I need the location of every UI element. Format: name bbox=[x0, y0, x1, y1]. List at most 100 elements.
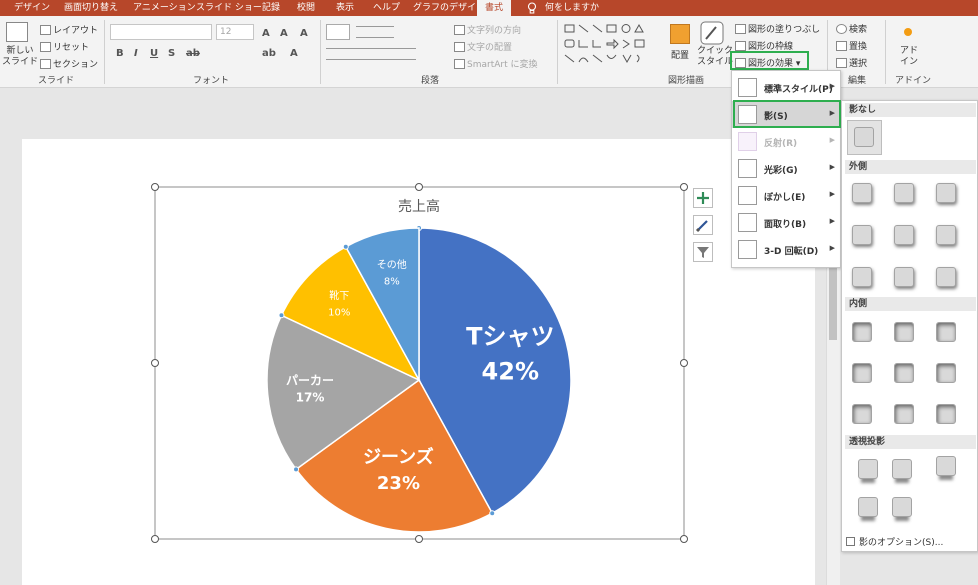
outer-shadow-option[interactable] bbox=[894, 267, 914, 287]
resize-handle[interactable] bbox=[680, 359, 688, 367]
text-direction-button[interactable]: 文字列の方向 bbox=[454, 23, 521, 36]
slice-point-marker[interactable] bbox=[278, 312, 285, 319]
inner-shadow-option[interactable] bbox=[852, 404, 872, 424]
bullets-button[interactable] bbox=[326, 24, 350, 40]
addin-button[interactable]: アド イン bbox=[900, 46, 918, 68]
perspective-shadow-option[interactable] bbox=[892, 497, 912, 517]
outer-shadow-option[interactable] bbox=[894, 183, 914, 203]
inner-shadow-option[interactable] bbox=[936, 363, 956, 383]
tell-me-search[interactable]: 何をしますか bbox=[545, 0, 599, 16]
tab-view[interactable]: 表示 bbox=[336, 0, 354, 16]
ribbon-tabs: デザイン 画面切り替え アニメーション スライド ショー 記録 校閲 表示 ヘル… bbox=[0, 0, 978, 16]
menu-item-reflection[interactable]: 反射(R) ▶ bbox=[732, 128, 840, 155]
tab-animations[interactable]: アニメーション bbox=[133, 0, 196, 16]
menu-item-glow[interactable]: 光彩(G) ▶ bbox=[732, 155, 840, 182]
bold-button[interactable]: B bbox=[116, 48, 124, 59]
resize-handle[interactable] bbox=[680, 535, 688, 543]
new-slide-button[interactable]: 新しい スライド bbox=[2, 46, 38, 68]
tab-design[interactable]: デザイン bbox=[14, 0, 50, 16]
menu-item-bevel[interactable]: 面取り(B) ▶ bbox=[732, 209, 840, 236]
grow-font-button[interactable]: A bbox=[262, 28, 270, 39]
glow-icon bbox=[738, 159, 757, 178]
resize-handle[interactable] bbox=[415, 535, 423, 543]
font-name-combo[interactable] bbox=[110, 24, 212, 40]
tab-help[interactable]: ヘルプ bbox=[373, 0, 400, 16]
group-label-addin: アドイン bbox=[895, 76, 932, 86]
char-spacing-button[interactable]: ab bbox=[262, 48, 276, 59]
reset-button[interactable]: リセット bbox=[40, 40, 89, 53]
section-button[interactable]: セクション bbox=[40, 57, 98, 70]
underline-button[interactable]: U bbox=[150, 48, 158, 59]
outer-shadow-option[interactable] bbox=[852, 183, 872, 203]
resize-handle[interactable] bbox=[151, 183, 159, 191]
pie-chart[interactable]: 売上高 Tシャツ 42% ジーンズ 23% パーカー 17% 靴下 10% その他 8% bbox=[150, 180, 690, 545]
outer-shadow-option[interactable] bbox=[936, 225, 956, 245]
outer-shadow-option[interactable] bbox=[894, 225, 914, 245]
shapes-gallery[interactable] bbox=[563, 22, 657, 68]
tab-transitions[interactable]: 画面切り替え bbox=[64, 0, 118, 16]
perspective-shadow-option[interactable] bbox=[858, 497, 878, 517]
resize-handle[interactable] bbox=[415, 183, 423, 191]
inner-shadow-option[interactable] bbox=[894, 404, 914, 424]
perspective-shadow-option[interactable] bbox=[892, 459, 912, 479]
group-label-drawing: 図形描画 bbox=[668, 76, 705, 86]
outer-shadow-option[interactable] bbox=[936, 267, 956, 287]
select-button[interactable]: 選択 bbox=[836, 56, 867, 69]
inner-shadow-option[interactable] bbox=[852, 322, 872, 342]
replace-button[interactable]: 置換 bbox=[836, 39, 867, 52]
perspective-shadow-option[interactable] bbox=[858, 459, 878, 479]
tab-slideshow[interactable]: スライド ショー bbox=[196, 0, 262, 16]
outer-shadow-option[interactable] bbox=[852, 267, 872, 287]
align-text-button[interactable]: 文字の配置 bbox=[454, 40, 512, 53]
slice-point-marker[interactable] bbox=[293, 466, 300, 473]
slice-point-marker[interactable] bbox=[342, 243, 349, 250]
font-size-combo[interactable]: 12 bbox=[216, 24, 254, 40]
shrink-font-button[interactable]: A bbox=[280, 28, 288, 39]
outer-shadow-option[interactable] bbox=[936, 183, 956, 203]
clear-format-button[interactable]: A bbox=[300, 28, 308, 39]
tab-record[interactable]: 記録 bbox=[262, 0, 280, 16]
chart-elements-button[interactable] bbox=[693, 188, 713, 208]
inner-shadow-option[interactable] bbox=[936, 404, 956, 424]
chart-styles-button[interactable] bbox=[693, 215, 713, 235]
numbering-button[interactable] bbox=[356, 26, 394, 38]
find-button[interactable]: 検索 bbox=[836, 22, 867, 35]
quick-style-button[interactable]: クイック スタイル bbox=[697, 46, 733, 68]
italic-button[interactable]: I bbox=[134, 48, 138, 59]
bevel-icon bbox=[738, 213, 757, 232]
section-outer: 外側 bbox=[845, 160, 976, 174]
shadow-text-button[interactable]: S bbox=[168, 48, 175, 59]
smartart-button[interactable]: SmartArt に変換 bbox=[454, 57, 537, 70]
slice-category-label: パーカー bbox=[286, 373, 334, 387]
paint-bucket-icon bbox=[735, 24, 746, 34]
menu-item-3d-rotation[interactable]: 3-D 回転(D) ▶ bbox=[732, 236, 840, 263]
menu-item-soft-edges[interactable]: ぼかし(E) ▶ bbox=[732, 182, 840, 209]
resize-handle[interactable] bbox=[680, 183, 688, 191]
inner-shadow-option[interactable] bbox=[894, 363, 914, 383]
inner-shadow-option[interactable] bbox=[894, 322, 914, 342]
shadow-none-option[interactable] bbox=[847, 120, 882, 155]
tab-chart-design[interactable]: グラフのデザイン bbox=[413, 0, 485, 16]
tab-review[interactable]: 校閲 bbox=[297, 0, 315, 16]
inner-shadow-option[interactable] bbox=[936, 322, 956, 342]
shadow-options-link[interactable]: 影のオプション(S)... bbox=[846, 535, 943, 548]
section-inner: 内側 bbox=[845, 297, 976, 311]
strikethrough-button[interactable]: ab bbox=[186, 48, 200, 59]
outer-shadow-option[interactable] bbox=[852, 225, 872, 245]
font-color-button[interactable]: A bbox=[290, 48, 298, 59]
resize-handle[interactable] bbox=[151, 359, 159, 367]
align-buttons[interactable] bbox=[326, 48, 416, 60]
slice-point-marker[interactable] bbox=[489, 510, 496, 517]
inner-shadow-option[interactable] bbox=[852, 363, 872, 383]
perspective-shadow-option[interactable] bbox=[936, 456, 956, 476]
menu-item-preset[interactable]: 標準スタイル(P) ▶ bbox=[732, 74, 840, 101]
shape-fill-button[interactable]: 図形の塗りつぶし bbox=[735, 22, 820, 35]
chart-title[interactable]: 売上高 bbox=[398, 198, 440, 215]
resize-handle[interactable] bbox=[151, 535, 159, 543]
layout-button[interactable]: レイアウト bbox=[40, 23, 98, 36]
layout-icon bbox=[40, 25, 51, 35]
arrange-button[interactable]: 配置 bbox=[671, 48, 689, 61]
chart-filters-button[interactable] bbox=[693, 242, 713, 262]
quick-style-icon bbox=[700, 21, 724, 45]
tab-format[interactable]: 書式 bbox=[477, 0, 512, 16]
